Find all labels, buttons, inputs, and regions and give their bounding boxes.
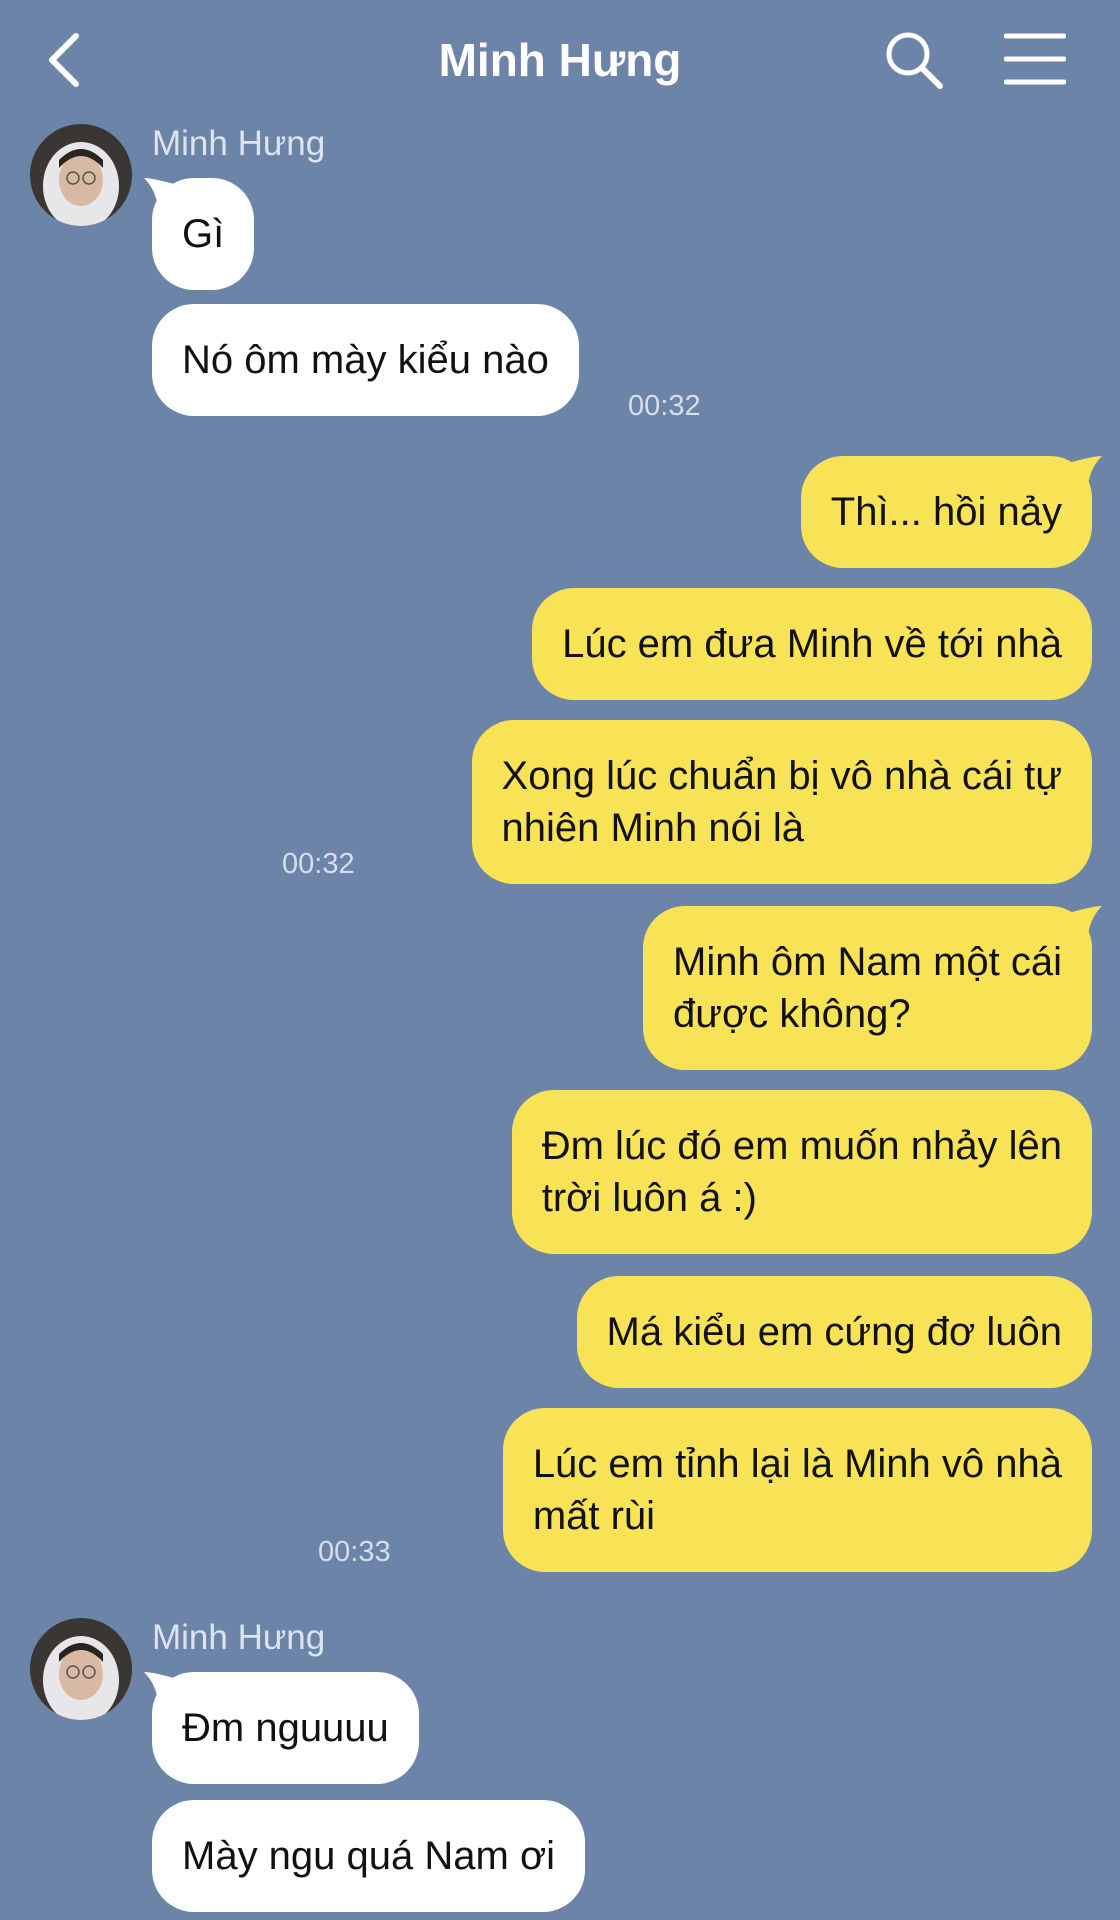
chat-header: Minh Hưng [0,0,1120,120]
outgoing-message[interactable]: Thì... hồi nảy [800,456,1092,568]
outgoing-message[interactable]: Má kiểu em cứng đơ luôn [576,1276,1092,1388]
hamburger-menu-icon[interactable] [1004,32,1066,86]
chat-title: Minh Hưng [438,34,682,86]
outgoing-message[interactable]: Lúc em tỉnh lại là Minh vô nhà mất rùi [502,1408,1092,1572]
avatar-photo [30,124,132,226]
incoming-message[interactable]: Gì [152,178,255,290]
outgoing-message[interactable]: Lúc em đưa Minh về tới nhà [532,588,1092,700]
avatar[interactable] [30,124,132,226]
outgoing-message[interactable]: Minh ôm Nam một cái được không? [643,906,1092,1070]
message-time: 00:33 [318,1536,391,1568]
sender-name: Minh Hưng [152,1618,326,1657]
message-time: 00:32 [628,390,701,422]
outgoing-message[interactable]: Đm lúc đó em muốn nhảy lên trời luôn á :… [511,1090,1092,1254]
message-time: 00:32 [282,848,355,880]
avatar-photo [30,1618,132,1720]
search-icon[interactable] [884,30,944,90]
incoming-message[interactable]: Nó ôm mày kiểu nào [152,304,579,416]
incoming-message[interactable]: Mày ngu quá Nam ơi [152,1800,586,1912]
sender-name: Minh Hưng [152,124,326,163]
incoming-message[interactable]: Đm nguuuu [152,1672,419,1784]
outgoing-message[interactable]: Xong lúc chuẩn bị vô nhà cái tự nhiên Mi… [471,720,1092,884]
avatar[interactable] [30,1618,132,1720]
